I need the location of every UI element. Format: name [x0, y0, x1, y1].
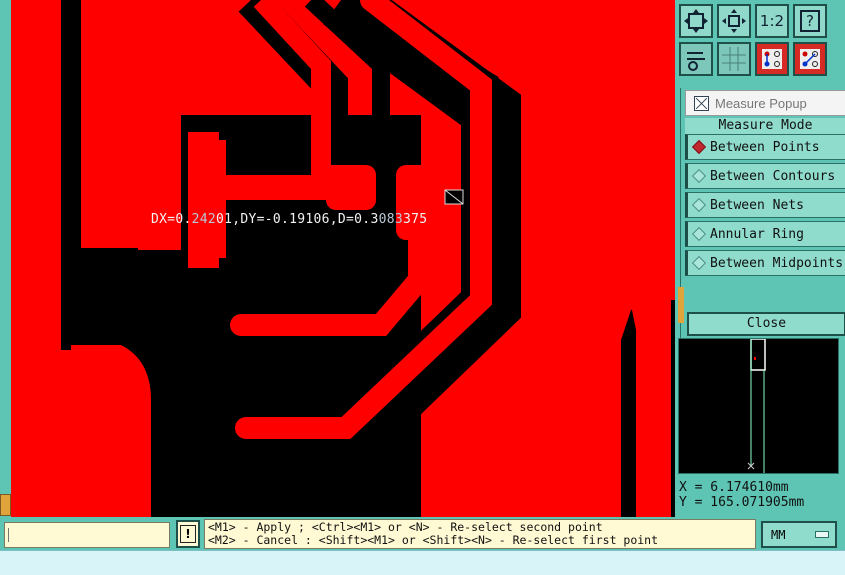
popup-titlebar[interactable]: Measure Popup [685, 90, 845, 116]
prompt-line-2: <M2> - Cancel : <Shift><M1> or <Shift><N… [208, 533, 659, 547]
mode-option-label: Annular Ring [710, 226, 804, 242]
mini-view-drawing [747, 339, 766, 473]
close-button[interactable]: Close [687, 312, 845, 336]
pcb-canvas[interactable]: DX=0.24201,DY=-0.19106,D=0.3083375 [11, 0, 675, 517]
mode-option-annular-ring[interactable]: Annular Ring [685, 221, 845, 247]
mode-option-label: Between Nets [710, 197, 804, 213]
measure-popup: Measure Popup Measure Mode Between Point… [680, 88, 845, 338]
layer-toggle-icon[interactable] [755, 42, 789, 76]
panel-tab[interactable] [678, 287, 684, 323]
zoom-1to1-button[interactable]: 1:2 [755, 4, 789, 38]
pcb-layout [11, 0, 675, 517]
mode-option-between-nets[interactable]: Between Nets [685, 192, 845, 218]
measure-readout: DX=0.24201,DY=-0.19106,D=0.3083375 [151, 212, 427, 227]
grid-icon[interactable] [717, 42, 751, 76]
radio-icon [691, 255, 707, 271]
mode-option-label: Between Points [710, 139, 820, 155]
help-icon: ? [800, 10, 820, 32]
coordinate-display: X = 6.174610mm Y = 165.071905mm [675, 474, 845, 517]
layer-toggle-alt-icon[interactable] [793, 42, 827, 76]
popup-title: Measure Popup [715, 95, 807, 111]
copper-pad [201, 140, 226, 258]
copper-pad [326, 165, 376, 210]
dropdown-arrow-icon [815, 531, 829, 538]
radio-icon [691, 168, 707, 184]
left-panel-tab[interactable] [0, 494, 11, 516]
mode-option-label: Between Contours [710, 168, 836, 184]
readout-segment: 01,DY=-0.19106,D=0.3 [216, 212, 379, 227]
readout-segment: 083 [378, 212, 403, 227]
text-caret [8, 528, 9, 542]
copper-pad [631, 295, 675, 517]
coord-y: Y = 165.071905mm [679, 495, 805, 510]
command-input[interactable] [4, 522, 170, 548]
zoom-fit-icon[interactable] [679, 4, 713, 38]
mini-view[interactable] [678, 338, 839, 474]
measure-mode-label: Measure Mode [685, 118, 845, 135]
help-button[interactable]: ? [793, 4, 827, 38]
readout-segment: 375 [402, 212, 428, 227]
warning-button[interactable]: ! [176, 520, 200, 548]
mode-option-label: Between Midpoints [710, 255, 844, 271]
warning-icon: ! [180, 525, 196, 543]
units-value: MM [771, 527, 786, 542]
copper-pad [71, 345, 151, 517]
radio-icon [691, 226, 707, 242]
zoom-1to1-label: 1:2 [759, 12, 785, 30]
mode-option-between-midpoints[interactable]: Between Midpoints [685, 250, 845, 276]
mode-option-between-points[interactable]: Between Points [685, 134, 845, 160]
mode-option-between-contours[interactable]: Between Contours [685, 163, 845, 189]
radio-icon [691, 197, 707, 213]
coord-x: X = 6.174610mm [679, 480, 789, 495]
zoom-center-icon[interactable] [717, 4, 751, 38]
readout-segment: 242 [191, 212, 217, 227]
app-window-icon [694, 95, 709, 111]
radio-selected-icon [691, 139, 707, 155]
prompt-message: <M1> - Apply ; <Ctrl><M1> or <N> - Re-se… [204, 519, 756, 549]
bottom-strip [0, 550, 845, 575]
readout-segment: DX=0. [151, 212, 192, 227]
display-options-icon[interactable] [679, 42, 713, 76]
units-dropdown[interactable]: MM [761, 521, 837, 548]
